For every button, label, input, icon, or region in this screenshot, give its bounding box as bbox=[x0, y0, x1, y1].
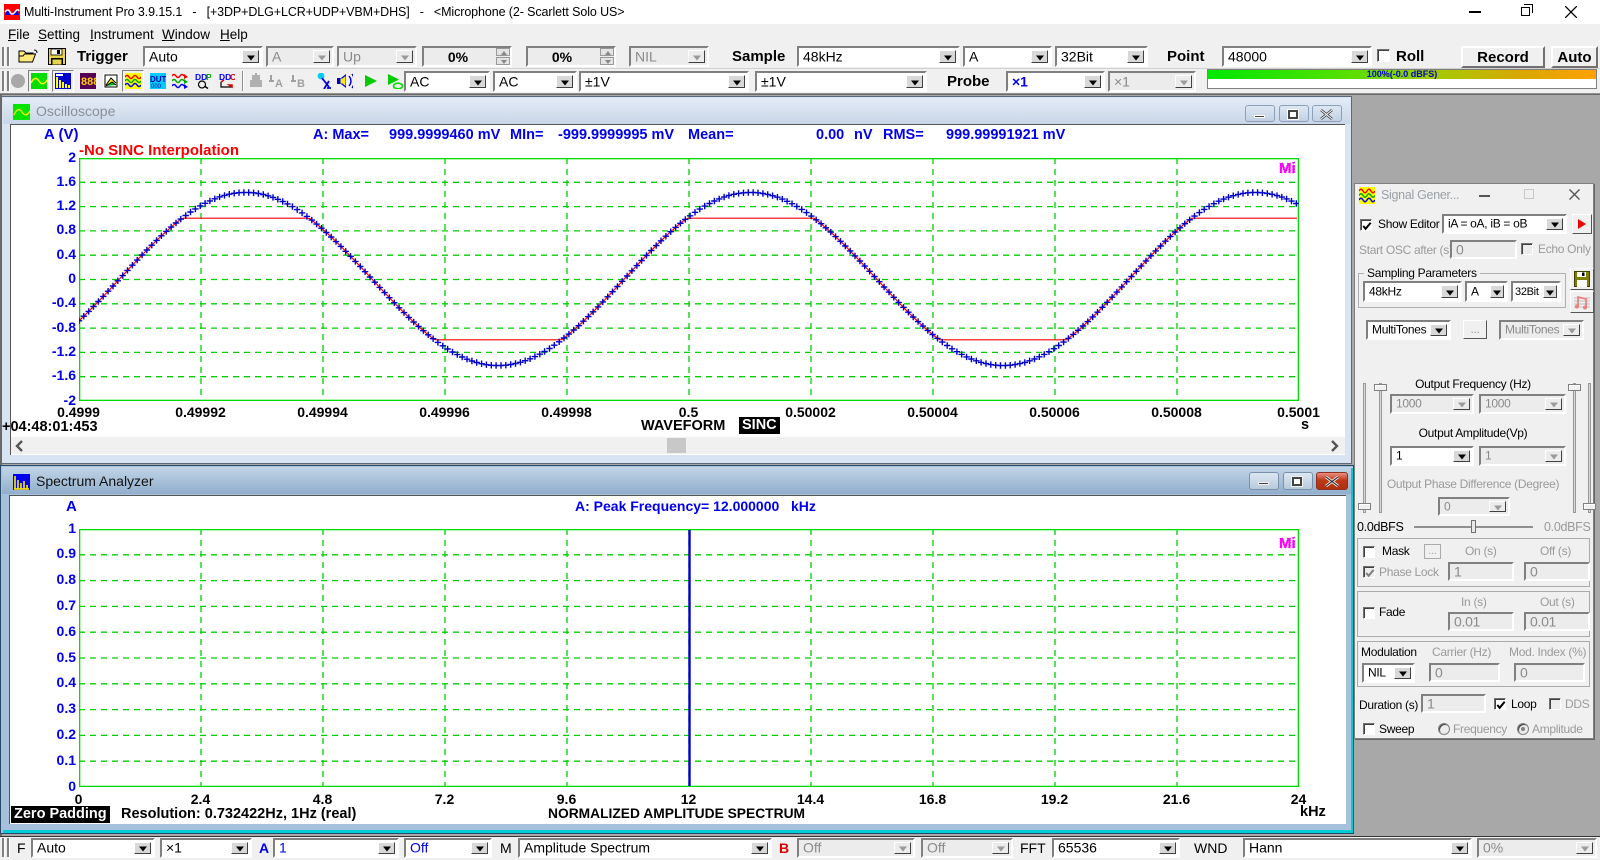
svg-text:DUT: DUT bbox=[150, 75, 166, 84]
svg-text:Mi: Mi bbox=[1279, 535, 1296, 552]
svg-text:P: P bbox=[206, 73, 211, 82]
svg-text:C: C bbox=[230, 73, 235, 82]
svg-text:Mi: Mi bbox=[1279, 160, 1296, 177]
svg-text:A: A bbox=[275, 78, 283, 89]
svg-text:888: 888 bbox=[81, 76, 96, 88]
svg-text:B: B bbox=[297, 78, 305, 89]
svg-text:000: 000 bbox=[151, 84, 162, 89]
